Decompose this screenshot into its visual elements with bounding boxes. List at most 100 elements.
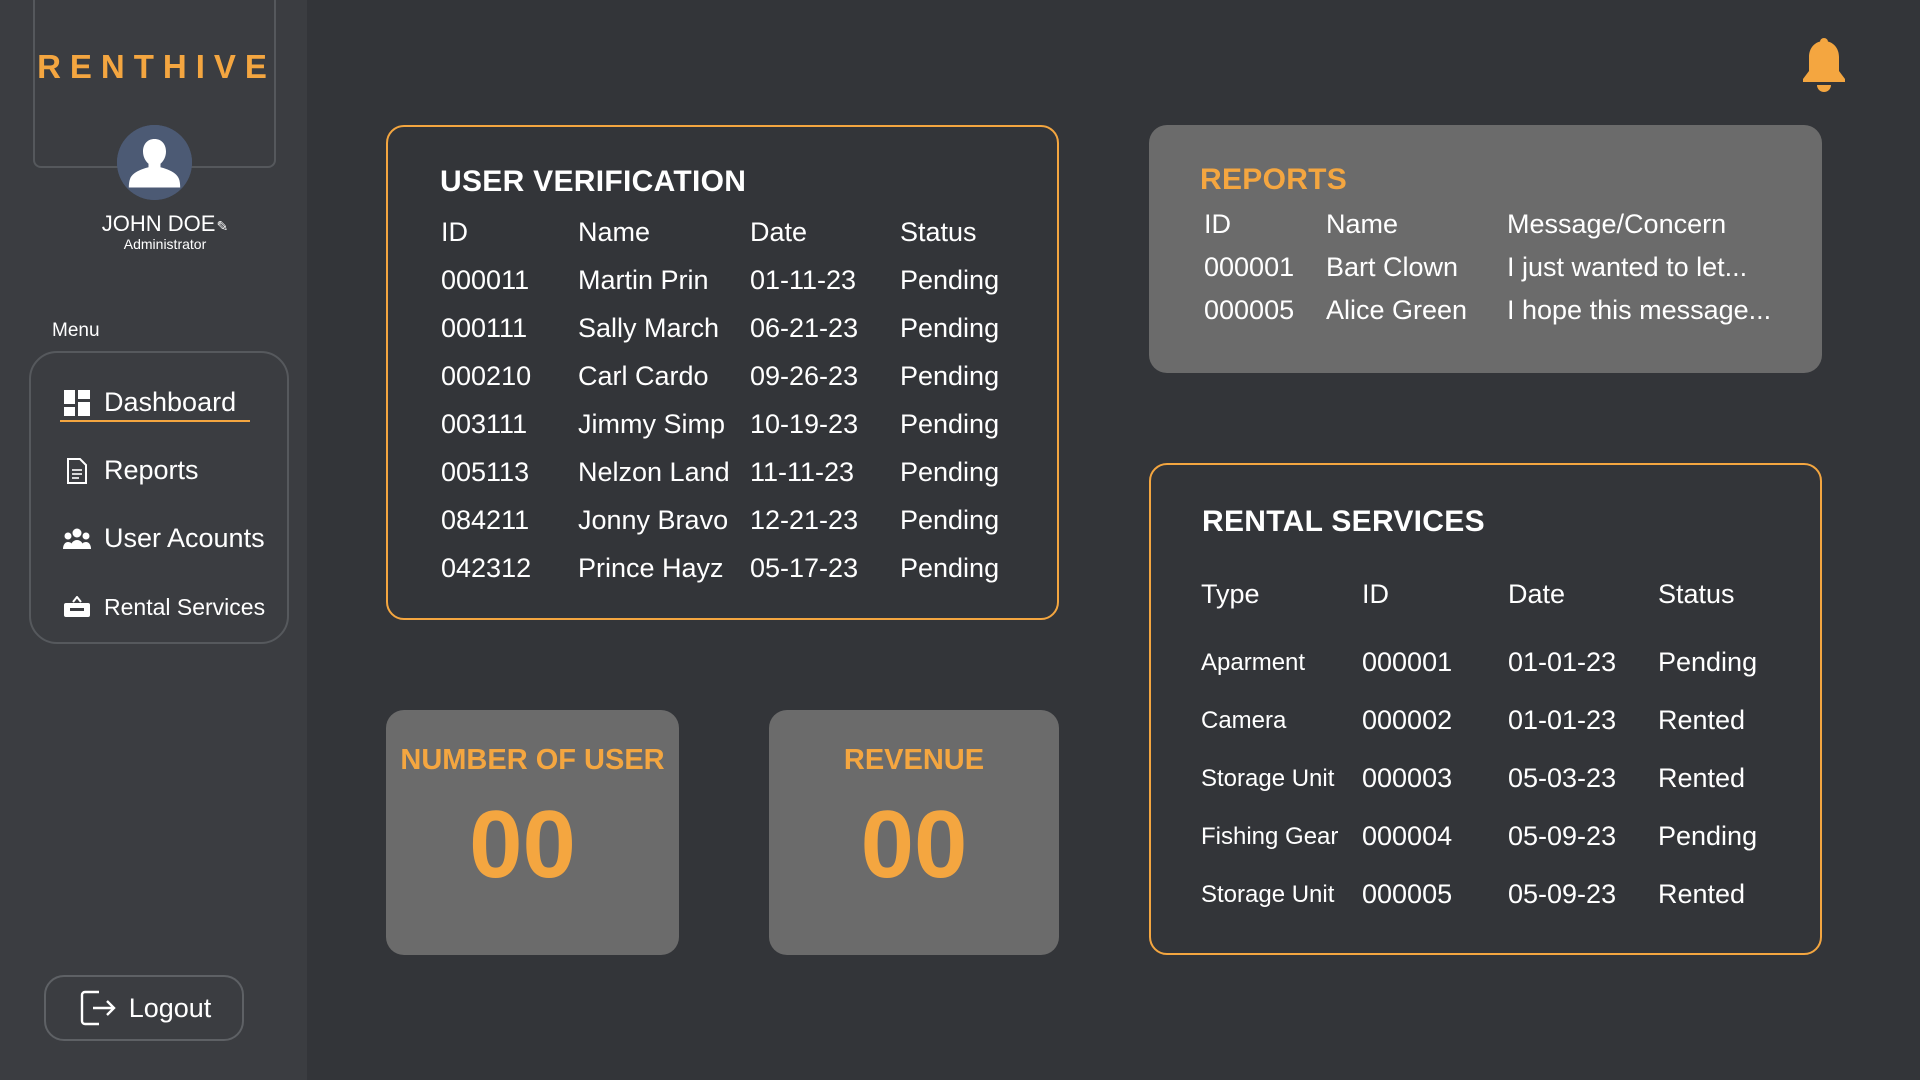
column-header: ID: [1362, 579, 1389, 609]
table-cell: Prince Hayz: [578, 553, 724, 583]
number-of-users-title: NUMBER OF USER: [400, 744, 665, 776]
table-cell: Pending: [900, 313, 1000, 343]
table-cell: Aparment: [1201, 649, 1306, 676]
table-cell: 09-26-23: [750, 361, 859, 391]
table-cell: 084211: [441, 505, 530, 535]
rental-services-title: RENTAL SERVICES: [1202, 505, 1485, 538]
table-cell: Pending: [1658, 821, 1758, 851]
number-of-users-value: 00: [469, 791, 576, 898]
table-cell: I hope this message...: [1507, 295, 1772, 325]
column-header: Date: [750, 217, 808, 247]
user-name: JOHN DOE✎: [0, 211, 330, 237]
logout-icon: [77, 987, 119, 1029]
table-cell: 06-21-23: [750, 313, 859, 343]
table-cell: 000005: [1362, 879, 1453, 909]
table-cell: Storage Unit: [1201, 881, 1335, 908]
column-header: Date: [1508, 579, 1566, 609]
table-cell: 000001: [1362, 647, 1453, 677]
table-cell: Sally March: [578, 313, 720, 343]
table-cell: Pending: [900, 361, 1000, 391]
table-cell: 000001: [1204, 252, 1295, 282]
table-cell: Pending: [900, 505, 1000, 535]
admin-dashboard: RENTHIVE JOHN DOE✎ Administrator Menu Da…: [0, 0, 1920, 1080]
table-cell: 000003: [1362, 763, 1453, 793]
table-cell: Alice Green: [1326, 295, 1468, 325]
table-cell: 01-01-23: [1508, 647, 1617, 677]
user-verification-card: USER VERIFICATION ID Name Date Status 000011…: [386, 125, 1059, 620]
table-cell: 01-11-23: [750, 265, 857, 295]
sidebar-item-label: Reports: [104, 455, 199, 485]
sidebar-item-user-accounts[interactable]: User Acounts: [63, 523, 265, 554]
table-cell: 000011: [441, 265, 530, 295]
logout-label: Logout: [128, 992, 212, 1023]
table-cell: Rented: [1658, 705, 1746, 735]
user-verification-title: USER VERIFICATION: [440, 165, 747, 198]
sidebar-item-label: Rental Services: [104, 593, 266, 620]
revenue-title: REVENUE: [843, 744, 985, 776]
column-header: ID: [441, 217, 468, 247]
menu-label: Menu: [52, 320, 100, 341]
column-header: Message/Concern: [1507, 209, 1727, 239]
users-icon: [63, 525, 91, 553]
user-role: Administrator: [123, 236, 207, 252]
table-cell: 005113: [441, 457, 530, 487]
number-of-users-card: NUMBER OF USER 00: [386, 710, 679, 955]
table-cell: 000002: [1362, 705, 1453, 735]
table-cell: 12-21-23: [750, 505, 859, 535]
table-cell: Carl Cardo: [578, 361, 709, 391]
table-cell: Fishing Gear: [1201, 823, 1339, 850]
table-cell: 05-09-23: [1508, 879, 1617, 909]
pencil-icon[interactable]: ✎: [216, 218, 228, 234]
column-header: Status: [900, 217, 977, 247]
sidebar: RENTHIVE JOHN DOE✎ Administrator Menu Da…: [0, 0, 307, 1080]
table-cell: 01-01-23: [1508, 705, 1617, 735]
reports-card: REPORTS ID Name Message/Concern 000001 Bart …: [1149, 125, 1822, 373]
bell-icon[interactable]: [1800, 37, 1848, 92]
table-cell: Pending: [900, 409, 1000, 439]
logout-button[interactable]: Logout: [44, 975, 244, 1041]
table-cell: 003111: [441, 409, 528, 439]
user-name-text: JOHN DOE: [101, 211, 216, 236]
column-header: Name: [578, 217, 651, 247]
table-cell: Nelzon Land: [578, 457, 730, 487]
table-cell: Rented: [1658, 763, 1746, 793]
brand-logo[interactable]: RENTHIVE: [35, 48, 278, 86]
table-cell: Martin Prin: [578, 265, 709, 295]
sidebar-item-label: User Acounts: [104, 523, 265, 553]
revenue-card: REVENUE 00: [769, 710, 1059, 955]
table-cell: Jimmy Simp: [578, 409, 725, 439]
table-cell: Jonny Bravo: [578, 505, 729, 535]
sidebar-item-label: Dashboard: [104, 387, 237, 417]
table-cell: 042312: [441, 553, 532, 583]
table-cell: 05-03-23: [1508, 763, 1617, 793]
table-cell: 10-19-23: [750, 409, 859, 439]
table-cell: Pending: [900, 553, 1000, 583]
table-cell: Pending: [900, 265, 1000, 295]
table-cell: Bart Clown: [1326, 252, 1459, 282]
table-cell: I just wanted to let...: [1507, 252, 1748, 282]
table-cell: 11-11-23: [750, 457, 855, 487]
table-cell: 000004: [1362, 821, 1453, 851]
table-cell: 000005: [1204, 295, 1295, 325]
column-header: ID: [1204, 209, 1231, 239]
sidebar-item-reports[interactable]: Reports: [63, 455, 199, 486]
user-avatar-icon: [117, 125, 192, 200]
document-icon: [63, 457, 91, 485]
table-cell: Pending: [1658, 647, 1758, 677]
table-cell: Rented: [1658, 879, 1746, 909]
table-cell: 000210: [441, 361, 532, 391]
rental-services-card: RENTAL SERVICES Type ID Date Status Aparment…: [1149, 463, 1822, 955]
rent-sign-icon: [63, 593, 91, 621]
column-header: Name: [1326, 209, 1399, 239]
sidebar-item-dashboard[interactable]: Dashboard: [59, 387, 251, 422]
table-cell: Storage Unit: [1201, 765, 1335, 792]
sidebar-item-rental-services[interactable]: Rental Services: [63, 593, 265, 621]
table-cell: 05-17-23: [750, 553, 859, 583]
dashboard-icon: [63, 389, 91, 417]
sidebar-menu: Dashboard Reports User Acounts Rental Se…: [29, 351, 289, 644]
column-header: Type: [1201, 579, 1260, 609]
table-cell: Pending: [900, 457, 1000, 487]
column-header: Status: [1658, 579, 1735, 609]
avatar[interactable]: [117, 125, 192, 200]
table-cell: 05-09-23: [1508, 821, 1617, 851]
